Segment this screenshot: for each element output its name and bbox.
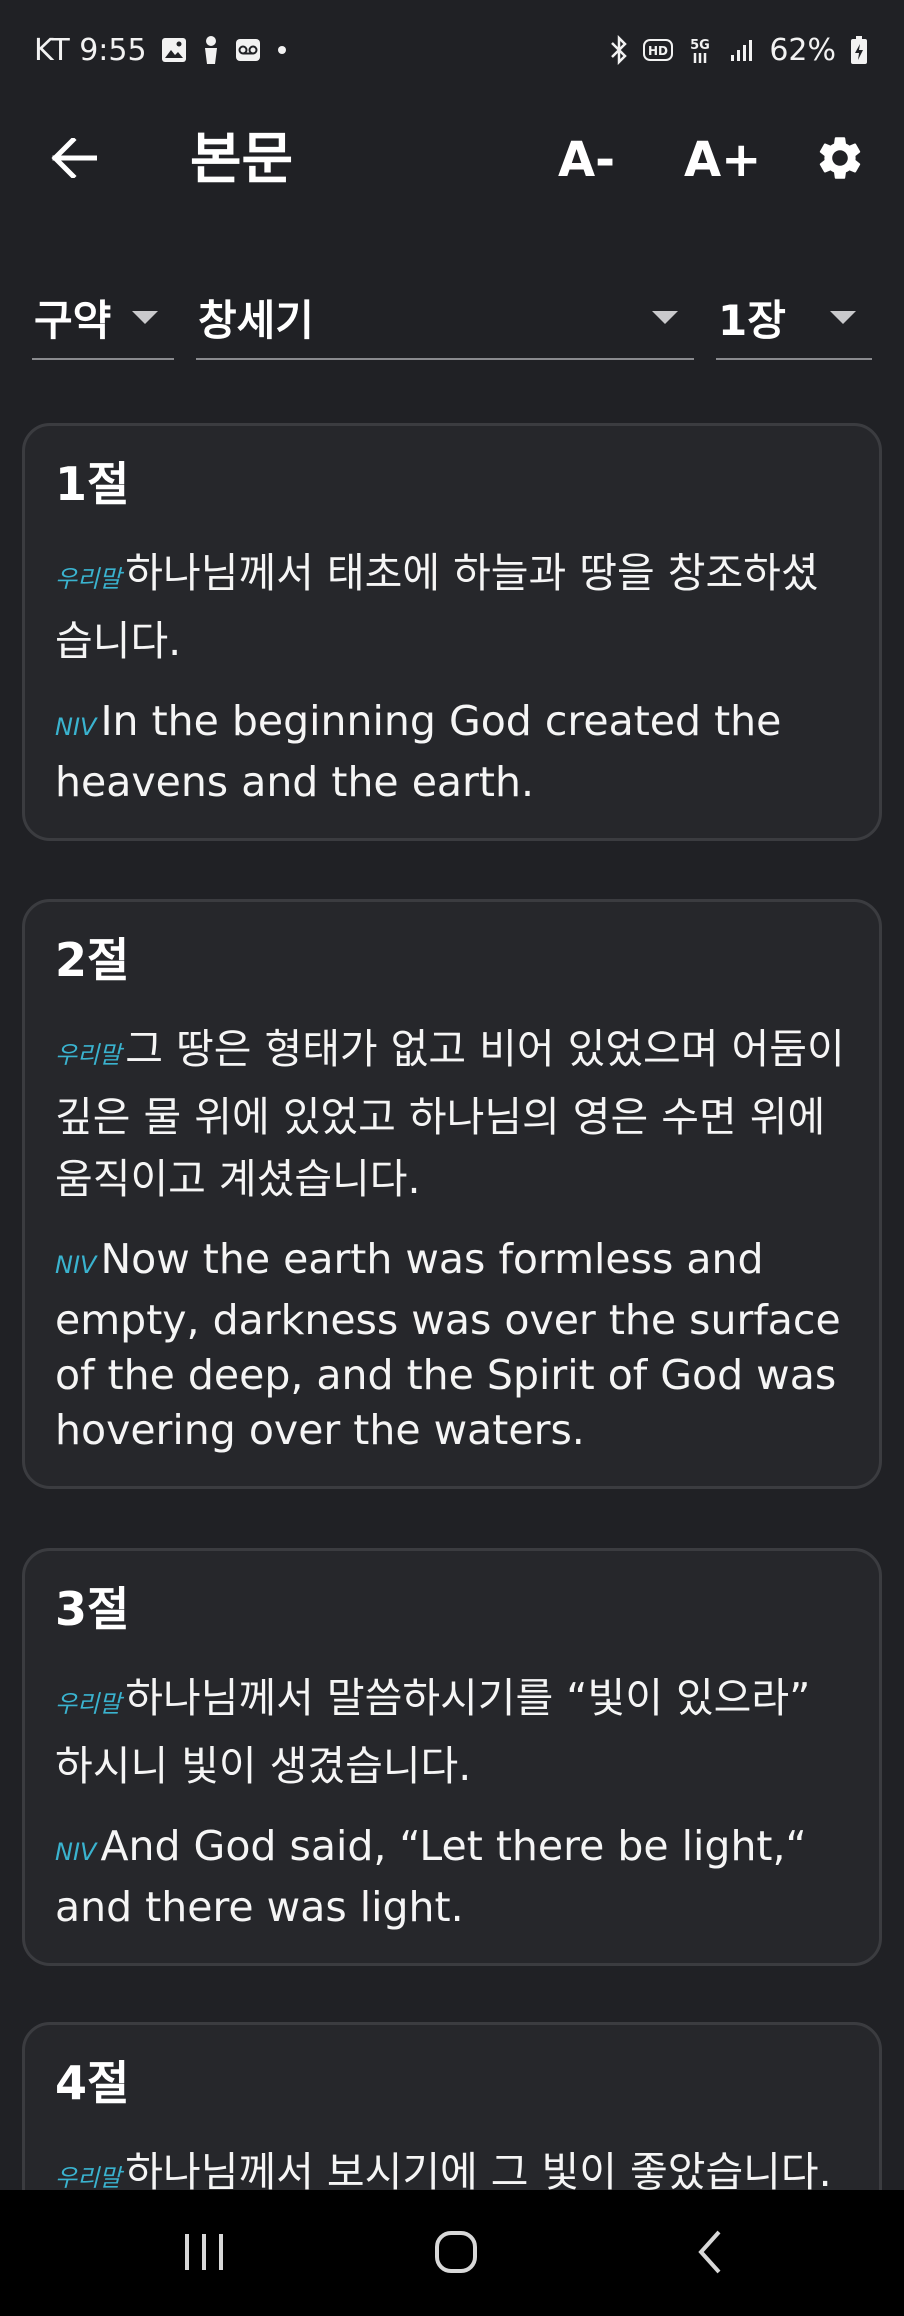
book-value: 창세기 <box>198 295 314 345</box>
verse-korean: 우리말하나님께서 보시기에 그 빛이 좋았습니다. <box>55 2141 849 2190</box>
back-button[interactable] <box>42 128 106 192</box>
niv-version-tag: NIV <box>55 713 97 741</box>
svg-text:5G: 5G <box>690 38 710 53</box>
font-increase-button[interactable]: A+ <box>684 128 761 192</box>
recents-icon <box>181 2230 227 2278</box>
book-dropdown[interactable]: 창세기 <box>196 276 694 360</box>
battery-percent: 62% <box>769 32 836 68</box>
verse-korean: 우리말하나님께서 태초에 하늘과 땅을 창조하셨습니다. <box>55 542 849 672</box>
verse-korean-text: 하나님께서 태초에 하늘과 땅을 창조하셨습니다. <box>55 549 819 665</box>
verse-number: 4절 <box>55 2056 130 2110</box>
korean-version-tag: 우리말 <box>55 2164 122 2190</box>
verse-list[interactable]: 1절 우리말하나님께서 태초에 하늘과 땅을 창조하셨습니다. NIVIn th… <box>0 420 904 2190</box>
carrier-time: KT 9:55 <box>34 32 147 68</box>
svg-text:HD: HD <box>648 44 668 58</box>
verse-number: 1절 <box>55 457 130 511</box>
chevron-down-icon <box>652 310 678 324</box>
niv-version-tag: NIV <box>55 1838 97 1866</box>
person-icon <box>201 35 221 65</box>
verse-card[interactable]: 1절 우리말하나님께서 태초에 하늘과 땅을 창조하셨습니다. NIVIn th… <box>22 423 882 841</box>
verse-english: NIVNow the earth was formless and empty,… <box>55 1232 849 1458</box>
verse-korean: 우리말그 땅은 형태가 없고 비어 있었으며 어둠이 깊은 물 위에 있었고 하… <box>55 1018 849 1210</box>
settings-button[interactable] <box>808 128 872 192</box>
korean-version-tag: 우리말 <box>55 565 122 593</box>
verse-english-text: In the beginning God created the heavens… <box>55 697 782 806</box>
status-right: HD 5G 62% <box>609 33 868 68</box>
verse-number: 2절 <box>55 933 130 987</box>
status-left: KT 9:55 <box>34 33 289 68</box>
chevron-down-icon <box>132 310 158 324</box>
chapter-value: 1장 <box>718 295 786 345</box>
korean-version-tag: 우리말 <box>55 1690 122 1718</box>
verse-card[interactable]: 3절 우리말하나님께서 말씀하시기를 “빛이 있으라” 하시니 빛이 생겼습니다… <box>22 1548 882 1966</box>
bluetooth-icon <box>609 35 629 65</box>
verse-korean-text: 하나님께서 말씀하시기를 “빛이 있으라” 하시니 빛이 생겼습니다. <box>55 1674 811 1790</box>
verse-card[interactable]: 2절 우리말그 땅은 형태가 없고 비어 있었으며 어둠이 깊은 물 위에 있었… <box>22 899 882 1489</box>
arrow-left-icon <box>51 136 98 182</box>
cell-signal-icon <box>729 37 755 63</box>
chapter-dropdown[interactable]: 1장 <box>716 276 872 360</box>
korean-version-tag: 우리말 <box>55 1041 122 1069</box>
verse-english: NIVAnd God said, “Let there be light,“ a… <box>55 1819 849 1935</box>
chevron-down-icon <box>830 310 856 324</box>
nav-back-icon <box>695 2229 725 2279</box>
screen: KT 9:55 HD 5G 62% 본문 A- A+ 구약 창세기 1장 1절 … <box>0 0 904 2316</box>
battery-charging-icon <box>850 35 868 65</box>
hd-icon: HD <box>643 37 674 63</box>
gallery-icon <box>161 37 187 63</box>
voicemail-icon <box>235 37 261 63</box>
verse-english-text: And God said, “Let there be light,“ and … <box>55 1822 807 1931</box>
app-bar: 본문 A- A+ <box>0 100 904 220</box>
5g-signal-icon: 5G <box>687 35 715 65</box>
font-decrease-button[interactable]: A- <box>558 128 615 192</box>
verse-korean: 우리말하나님께서 말씀하시기를 “빛이 있으라” 하시니 빛이 생겼습니다. <box>55 1667 849 1797</box>
testament-dropdown[interactable]: 구약 <box>32 276 174 360</box>
niv-version-tag: NIV <box>55 1251 97 1279</box>
nav-back-button[interactable] <box>670 2222 750 2286</box>
verse-english: NIVIn the beginning God created the heav… <box>55 694 849 810</box>
verse-english-text: Now the earth was formless and empty, da… <box>55 1235 841 1454</box>
page-title: 본문 <box>190 127 294 192</box>
status-bar: KT 9:55 HD 5G 62% <box>0 0 904 100</box>
testament-value: 구약 <box>34 295 112 345</box>
gear-icon <box>814 132 866 188</box>
verse-korean-text: 하나님께서 보시기에 그 빛이 좋았습니다. <box>125 2148 832 2190</box>
verse-korean-text: 그 땅은 형태가 없고 비어 있었으며 어둠이 깊은 물 위에 있었고 하나님의… <box>55 1025 845 1203</box>
recents-button[interactable] <box>164 2222 244 2286</box>
verse-number: 3절 <box>55 1582 130 1636</box>
home-button[interactable] <box>416 2222 496 2286</box>
home-icon <box>434 2230 478 2278</box>
dot-icon <box>275 43 289 57</box>
verse-card[interactable]: 4절 우리말하나님께서 보시기에 그 빛이 좋았습니다. <box>22 2022 882 2190</box>
system-nav-bar <box>0 2190 904 2316</box>
